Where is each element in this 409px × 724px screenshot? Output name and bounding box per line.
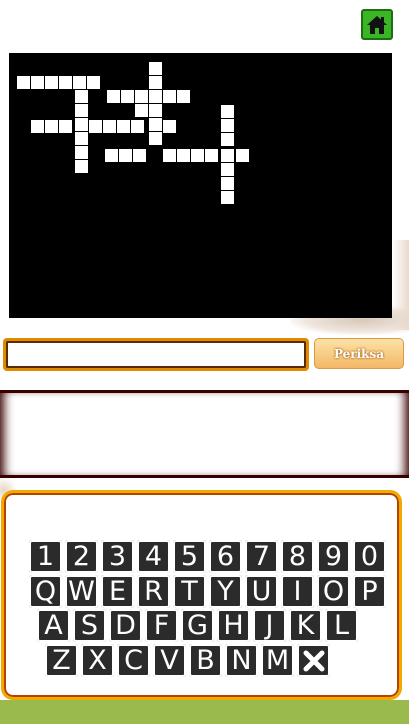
key-d[interactable]: D [109, 609, 142, 642]
crossword-cell[interactable] [59, 120, 72, 133]
crossword-cell[interactable] [221, 133, 234, 146]
crossword-cell[interactable] [149, 62, 162, 75]
key-g[interactable]: G [181, 609, 214, 642]
home-icon [367, 15, 387, 34]
crossword-cell[interactable] [177, 149, 190, 162]
key-4[interactable]: 4 [137, 540, 170, 573]
key-z[interactable]: Z [45, 644, 78, 677]
crossword-cell[interactable] [149, 90, 162, 103]
home-button[interactable] [361, 9, 393, 40]
key-7[interactable]: 7 [245, 540, 278, 573]
crossword-cell[interactable] [75, 146, 88, 159]
crossword-cell[interactable] [75, 118, 88, 131]
key-u[interactable]: U [245, 575, 278, 608]
crossword-cell[interactable] [149, 104, 162, 117]
crossword-cell[interactable] [163, 120, 176, 133]
crossword-cell[interactable] [107, 90, 120, 103]
crossword-cell[interactable] [87, 76, 100, 89]
key-l[interactable]: L [325, 609, 358, 642]
crossword-cell[interactable] [205, 149, 218, 162]
key-t[interactable]: T [173, 575, 206, 608]
key-9[interactable]: 9 [317, 540, 350, 573]
key-2[interactable]: 2 [65, 540, 98, 573]
clue-text [0, 393, 409, 417]
crossword-cell[interactable] [89, 120, 102, 133]
bottom-band [0, 700, 409, 724]
crossword-cell[interactable] [75, 132, 88, 145]
answer-input[interactable] [3, 338, 309, 371]
crossword-cell[interactable] [149, 76, 162, 89]
check-button[interactable]: Periksa [314, 338, 404, 369]
key-n[interactable]: N [225, 644, 258, 677]
crossword-cell[interactable] [119, 149, 132, 162]
key-j[interactable]: J [253, 609, 286, 642]
clue-panel [0, 390, 409, 478]
key-v[interactable]: V [153, 644, 186, 677]
background-decoration [392, 240, 409, 330]
key-5[interactable]: 5 [173, 540, 206, 573]
crossword-cell[interactable] [221, 119, 234, 132]
crossword-cell[interactable] [133, 149, 146, 162]
crossword-cell[interactable] [121, 90, 134, 103]
key-8[interactable]: 8 [281, 540, 314, 573]
key-p[interactable]: P [353, 575, 386, 608]
crossword-cell[interactable] [221, 191, 234, 204]
crossword-cell[interactable] [75, 104, 88, 117]
crossword-cell[interactable] [149, 132, 162, 145]
crossword-cell[interactable] [117, 120, 130, 133]
keyboard: 1 2 3 4 5 6 7 8 9 0 Q W E R T Y U I O P … [1, 490, 402, 700]
crossword-cell[interactable] [75, 160, 88, 173]
crossword-cell[interactable] [45, 76, 58, 89]
close-x-icon [303, 650, 324, 671]
key-o[interactable]: O [317, 575, 350, 608]
crossword-cell[interactable] [149, 118, 162, 131]
crossword-cell[interactable] [31, 120, 44, 133]
key-w[interactable]: W [65, 575, 98, 608]
key-f[interactable]: F [145, 609, 178, 642]
crossword-cell[interactable] [135, 90, 148, 103]
key-e[interactable]: E [101, 575, 134, 608]
crossword-cell[interactable] [221, 163, 234, 176]
backspace-key[interactable] [297, 644, 330, 677]
key-q[interactable]: Q [29, 575, 62, 608]
key-i[interactable]: I [281, 575, 314, 608]
crossword-cell[interactable] [105, 149, 118, 162]
key-h[interactable]: H [217, 609, 250, 642]
crossword-cell[interactable] [17, 76, 30, 89]
crossword-cell[interactable] [45, 120, 58, 133]
crossword-cell[interactable] [236, 149, 249, 162]
crossword-cell[interactable] [221, 149, 234, 162]
crossword-cell[interactable] [131, 120, 144, 133]
crossword-cell[interactable] [75, 90, 88, 103]
key-1[interactable]: 1 [29, 540, 62, 573]
crossword-cell[interactable] [163, 149, 176, 162]
key-x[interactable]: X [81, 644, 114, 677]
key-3[interactable]: 3 [101, 540, 134, 573]
crossword-cell[interactable] [31, 76, 44, 89]
key-k[interactable]: K [289, 609, 322, 642]
crossword-cell[interactable] [191, 149, 204, 162]
key-m[interactable]: M [261, 644, 294, 677]
key-y[interactable]: Y [209, 575, 242, 608]
key-a[interactable]: A [37, 609, 70, 642]
crossword-cell[interactable] [221, 105, 234, 118]
key-0[interactable]: 0 [353, 540, 386, 573]
crossword-cell[interactable] [221, 177, 234, 190]
key-s[interactable]: S [73, 609, 106, 642]
crossword-cell[interactable] [103, 120, 116, 133]
key-r[interactable]: R [137, 575, 170, 608]
crossword-cell[interactable] [163, 90, 176, 103]
crossword-board [9, 53, 392, 318]
crossword-cell[interactable] [59, 76, 72, 89]
crossword-cell[interactable] [135, 104, 148, 117]
crossword-cell[interactable] [177, 90, 190, 103]
key-c[interactable]: C [117, 644, 150, 677]
crossword-cell[interactable] [73, 76, 86, 89]
key-b[interactable]: B [189, 644, 222, 677]
key-6[interactable]: 6 [209, 540, 242, 573]
